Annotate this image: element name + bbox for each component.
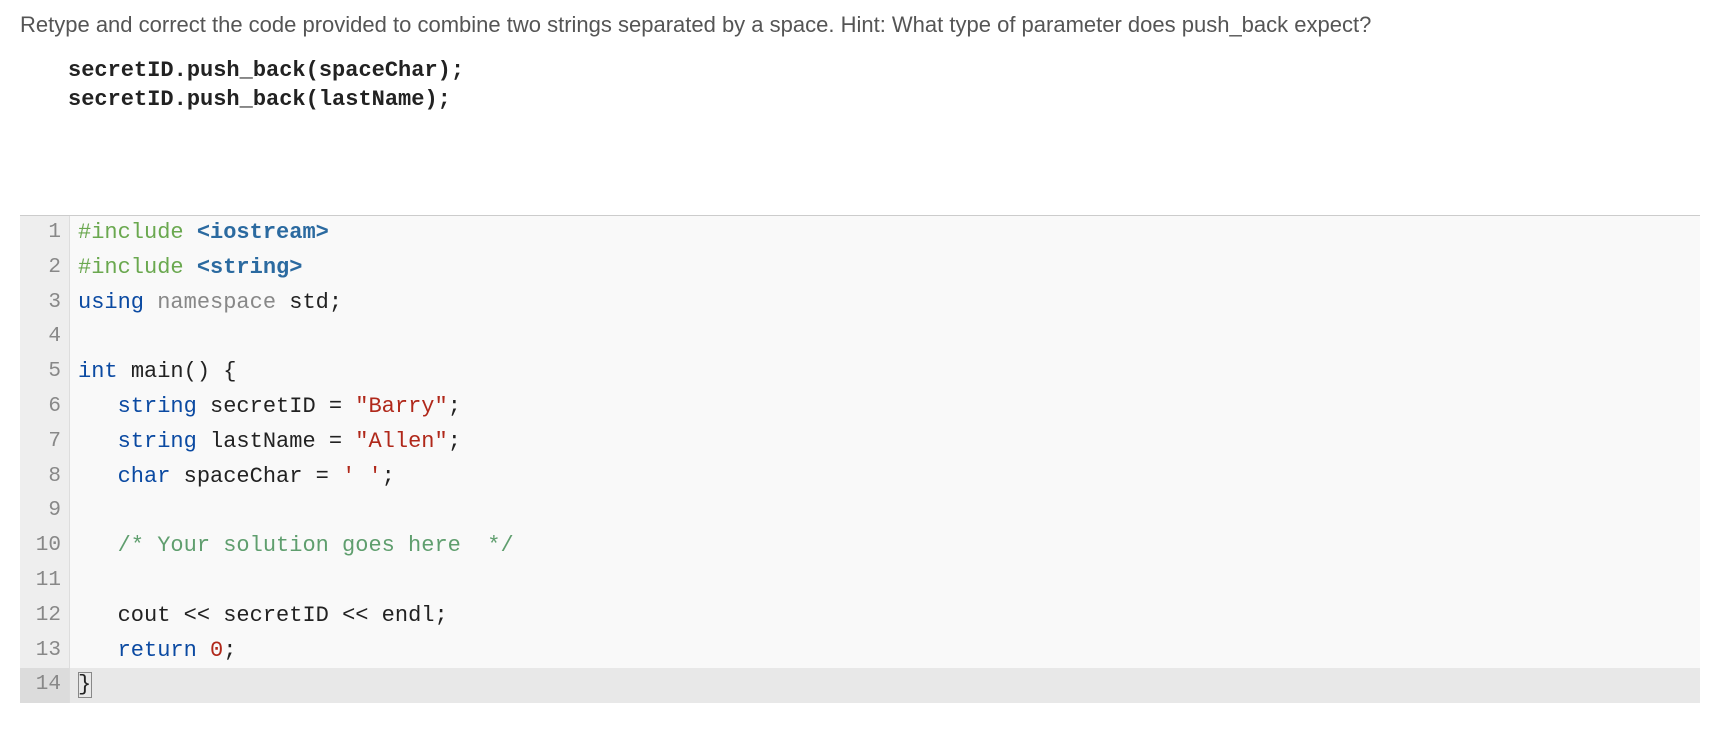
line-number: 2: [20, 251, 70, 286]
line-number: 14: [20, 668, 70, 703]
line-number: 10: [20, 529, 70, 564]
code-line[interactable]: return 0;: [70, 634, 1700, 669]
semicolon: ;: [434, 603, 447, 628]
keyword-return: return: [118, 638, 197, 663]
rparen: ): [197, 359, 210, 384]
semicolon: ;: [329, 290, 342, 315]
instruction-text: Retype and correct the code provided to …: [0, 0, 1720, 46]
code-row-2[interactable]: 2 #include <string>: [20, 251, 1700, 286]
code-row-12[interactable]: 12 cout << secretID << endl;: [20, 599, 1700, 634]
semicolon: ;: [448, 394, 461, 419]
identifier-endl: endl: [382, 603, 435, 628]
line-number: 12: [20, 599, 70, 634]
line-number: 11: [20, 564, 70, 599]
code-line[interactable]: string secretID = "Barry";: [70, 390, 1700, 425]
type-string: string: [118, 394, 197, 419]
string-literal: "Allen": [355, 429, 447, 454]
hint-code-block: secretID.push_back(spaceChar); secretID.…: [0, 46, 1720, 125]
comment: /* Your solution goes here */: [118, 533, 514, 558]
code-row-11[interactable]: 11: [20, 564, 1700, 599]
line-number: 6: [20, 390, 70, 425]
equals: =: [329, 394, 342, 419]
type-char: char: [118, 464, 171, 489]
identifier-secretid: secretID: [223, 603, 329, 628]
code-line[interactable]: [70, 494, 1700, 529]
equals: =: [329, 429, 342, 454]
code-row-3[interactable]: 3 using namespace std;: [20, 286, 1700, 321]
identifier-secretid: secretID: [210, 394, 316, 419]
semicolon: ;: [382, 464, 395, 489]
identifier-cout: cout: [118, 603, 171, 628]
code-row-7[interactable]: 7 string lastName = "Allen";: [20, 425, 1700, 460]
preprocessor: #include: [78, 255, 184, 280]
line-number: 9: [20, 494, 70, 529]
hint-line-1: secretID.push_back(spaceChar);: [68, 58, 464, 83]
keyword-int: int: [78, 359, 118, 384]
include-target: <string>: [197, 255, 303, 280]
char-literal: ' ': [342, 464, 382, 489]
code-row-13[interactable]: 13 return 0;: [20, 634, 1700, 669]
include-target: <iostream>: [197, 220, 329, 245]
keyword-using: using: [78, 290, 144, 315]
identifier-main: main: [131, 359, 184, 384]
code-row-14[interactable]: 14 }: [20, 668, 1700, 703]
type-string: string: [118, 429, 197, 454]
lparen: (: [184, 359, 197, 384]
keyword-namespace: namespace: [157, 290, 276, 315]
line-number: 3: [20, 286, 70, 321]
code-line[interactable]: [70, 564, 1700, 599]
code-row-8[interactable]: 8 char spaceChar = ' ';: [20, 460, 1700, 495]
hint-line-2: secretID.push_back(lastName);: [68, 87, 451, 112]
code-line[interactable]: #include <string>: [70, 251, 1700, 286]
code-editor[interactable]: 1 #include <iostream> 2 #include <string…: [20, 215, 1700, 703]
number-zero: 0: [210, 638, 223, 663]
code-row-5[interactable]: 5 int main() {: [20, 355, 1700, 390]
identifier-spacechar: spaceChar: [184, 464, 303, 489]
identifier-lastname: lastName: [210, 429, 316, 454]
lshift: <<: [184, 603, 210, 628]
line-number: 8: [20, 460, 70, 495]
code-row-6[interactable]: 6 string secretID = "Barry";: [20, 390, 1700, 425]
code-row-9[interactable]: 9: [20, 494, 1700, 529]
code-row-10[interactable]: 10 /* Your solution goes here */: [20, 529, 1700, 564]
code-line[interactable]: char spaceChar = ' ';: [70, 460, 1700, 495]
code-line[interactable]: #include <iostream>: [70, 216, 1700, 251]
lshift: <<: [342, 603, 368, 628]
code-line[interactable]: string lastName = "Allen";: [70, 425, 1700, 460]
line-number: 7: [20, 425, 70, 460]
line-number: 4: [20, 320, 70, 355]
code-line[interactable]: [70, 320, 1700, 355]
code-line[interactable]: cout << secretID << endl;: [70, 599, 1700, 634]
line-number: 5: [20, 355, 70, 390]
preprocessor: #include: [78, 220, 184, 245]
code-row-1[interactable]: 1 #include <iostream>: [20, 216, 1700, 251]
code-line[interactable]: int main() {: [70, 355, 1700, 390]
identifier-std: std: [289, 290, 329, 315]
semicolon: ;: [223, 638, 236, 663]
line-number: 1: [20, 216, 70, 251]
semicolon: ;: [448, 429, 461, 454]
code-line[interactable]: /* Your solution goes here */: [70, 529, 1700, 564]
line-number: 13: [20, 634, 70, 669]
cursor-icon: [79, 673, 91, 697]
code-line[interactable]: using namespace std;: [70, 286, 1700, 321]
code-row-4[interactable]: 4: [20, 320, 1700, 355]
string-literal: "Barry": [355, 394, 447, 419]
lbrace: {: [223, 359, 236, 384]
equals: =: [316, 464, 329, 489]
spacer: [0, 125, 1720, 215]
code-line[interactable]: }: [70, 668, 1700, 703]
